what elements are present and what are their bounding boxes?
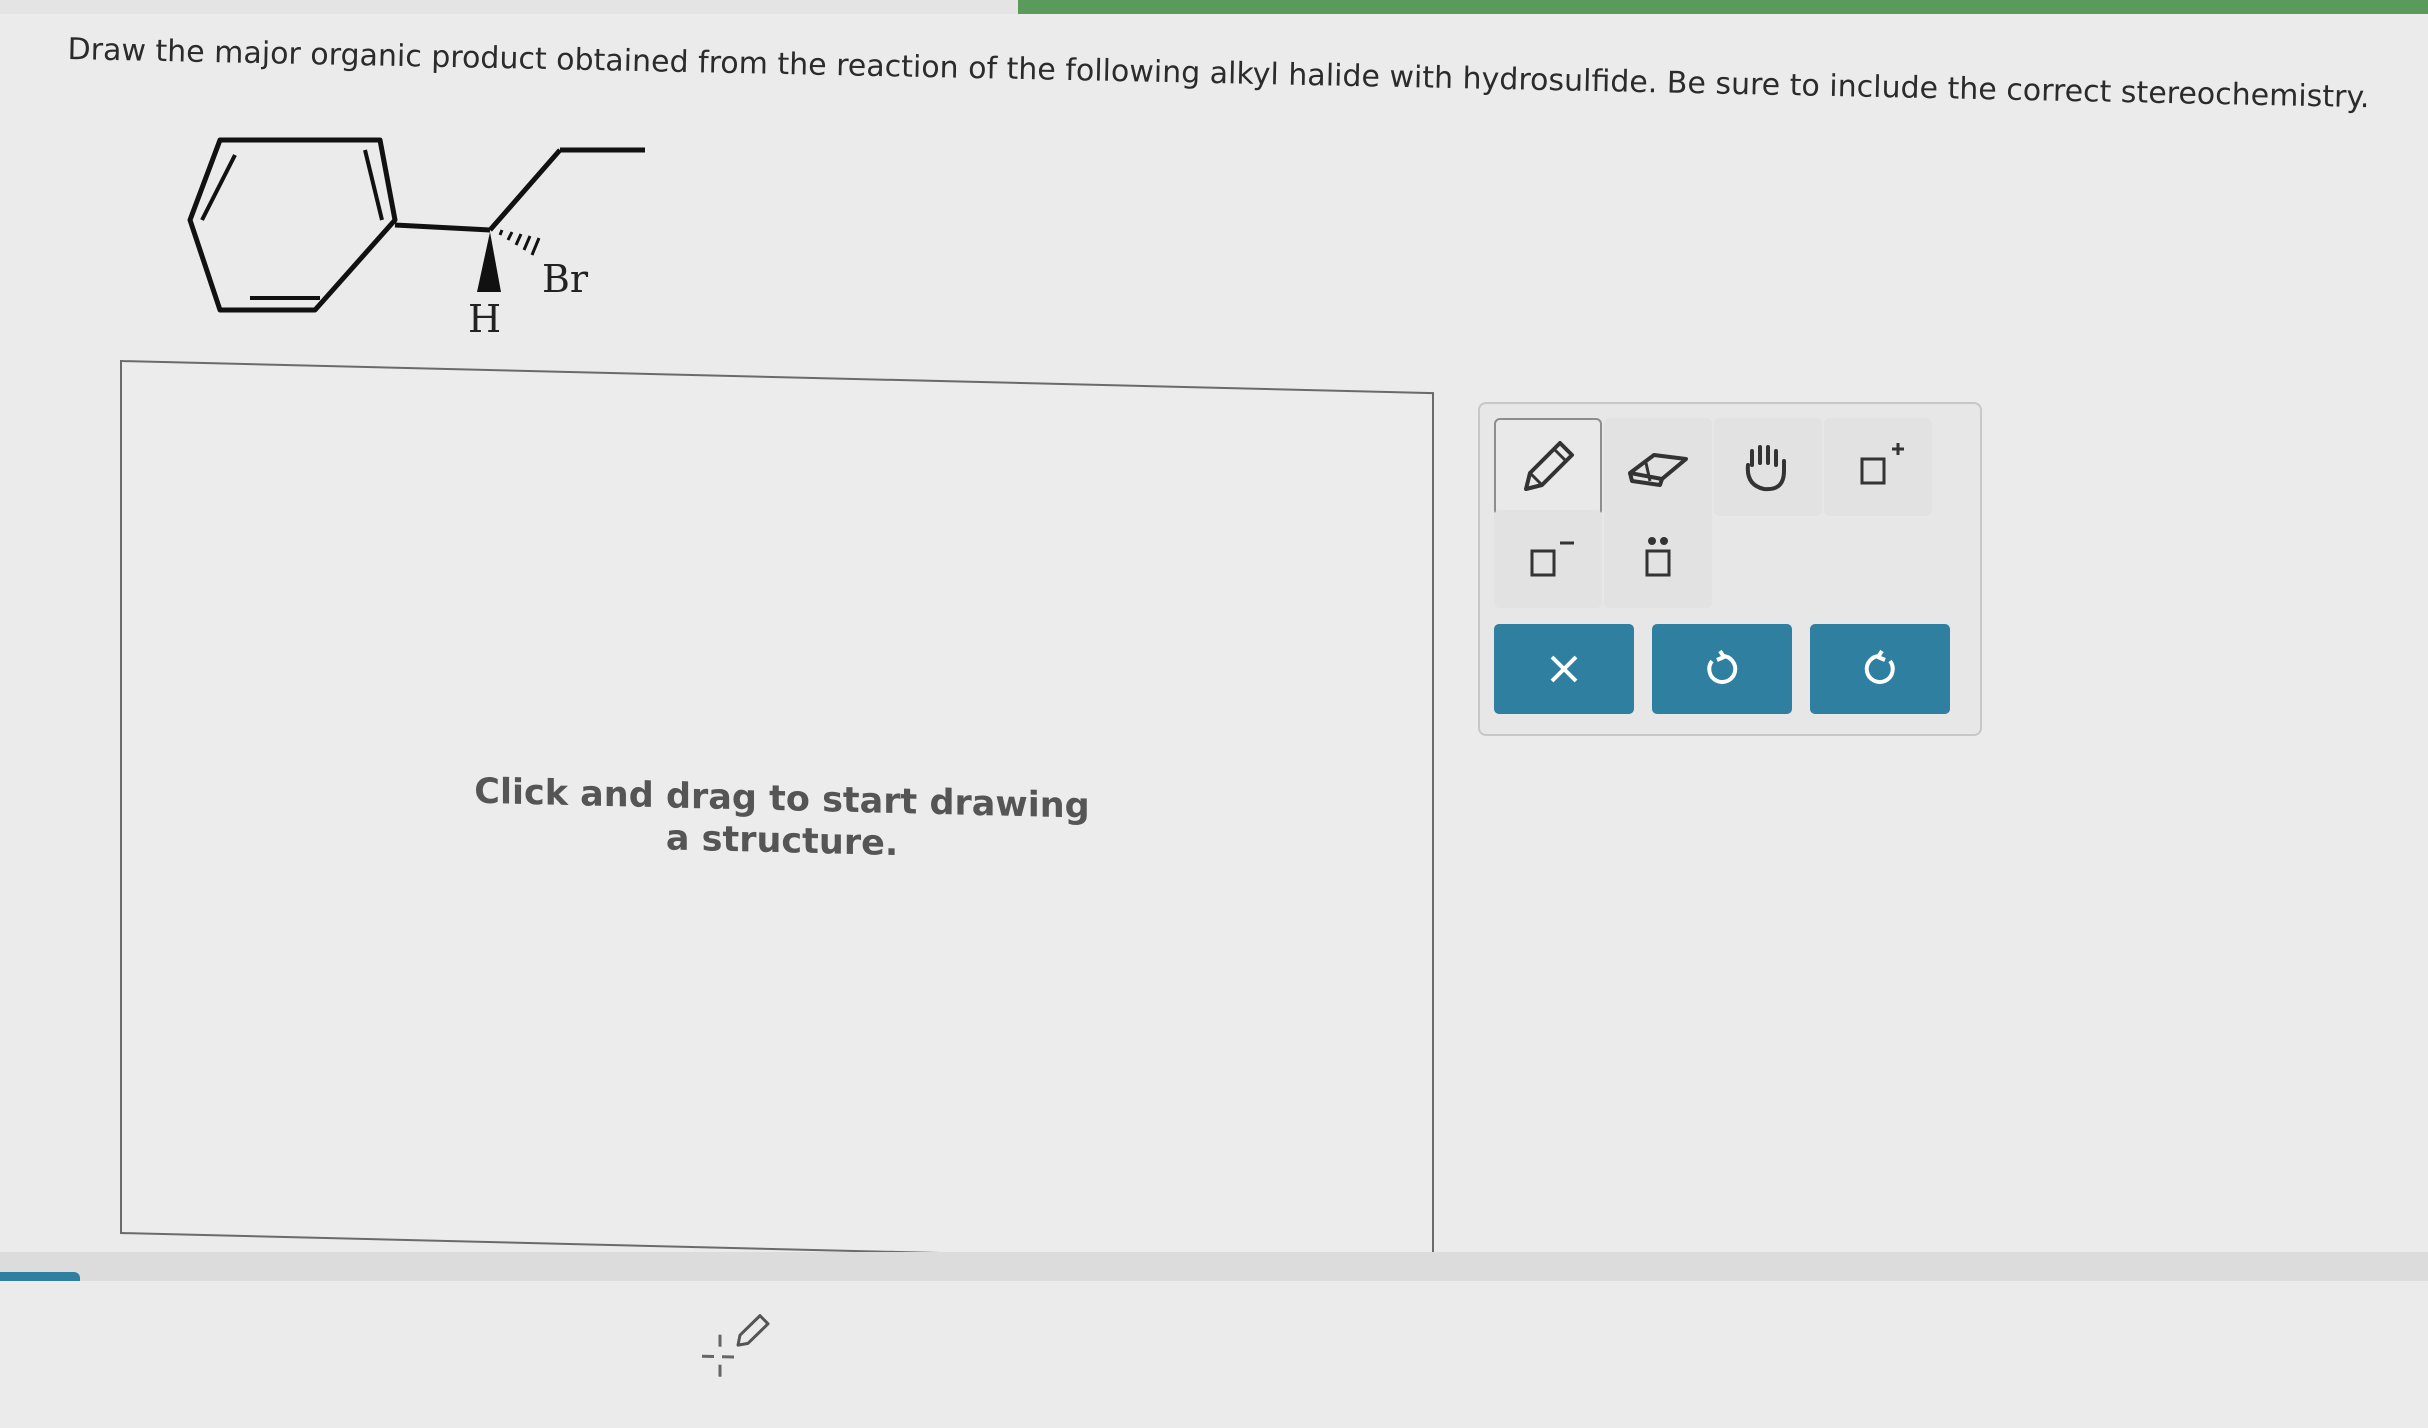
ethyl-bond	[490, 150, 560, 230]
redo-icon	[1858, 647, 1902, 691]
drawing-canvas[interactable]: Click and drag to start drawing a struct…	[120, 360, 1434, 1266]
reactant-structure: Br H	[170, 120, 690, 360]
bottom-strip	[0, 1252, 2428, 1281]
top-accent-bar	[0, 0, 2428, 14]
wedge-bond	[477, 232, 501, 292]
positive-charge-button[interactable]	[1824, 418, 1932, 516]
cyclohexene-ring	[190, 140, 395, 310]
bromine-label: Br	[542, 257, 589, 301]
negative-charge-button[interactable]	[1494, 510, 1602, 608]
progress-bar	[1018, 0, 2428, 14]
pencil-icon	[1516, 435, 1580, 499]
negative-charge-icon	[1516, 527, 1580, 591]
clear-icon	[1544, 649, 1584, 689]
bottom-accent	[0, 1272, 80, 1281]
hashed-bond	[500, 230, 539, 255]
clear-button[interactable]	[1494, 624, 1634, 714]
drawing-toolbar	[1478, 402, 1982, 736]
redo-button[interactable]	[1810, 624, 1950, 714]
canvas-hint: Click and drag to start drawing a struct…	[462, 770, 1102, 870]
eraser-tool-button[interactable]	[1604, 418, 1712, 516]
pencil-tool-button[interactable]	[1494, 418, 1602, 516]
ring-double-bond	[202, 155, 235, 220]
ring-to-stereocenter-bond	[395, 225, 490, 230]
undo-icon	[1700, 647, 1744, 691]
undo-button[interactable]	[1652, 624, 1792, 714]
hand-icon	[1736, 435, 1800, 499]
lone-pair-button[interactable]	[1604, 510, 1712, 608]
positive-charge-icon	[1846, 435, 1910, 499]
lone-pair-icon	[1626, 527, 1690, 591]
crosshair-pencil-icon	[692, 1306, 792, 1408]
hydrogen-label: H	[468, 297, 501, 341]
eraser-icon	[1624, 435, 1692, 499]
hand-tool-button[interactable]	[1714, 418, 1822, 516]
question-text: Draw the major organic product obtained …	[67, 30, 2367, 118]
